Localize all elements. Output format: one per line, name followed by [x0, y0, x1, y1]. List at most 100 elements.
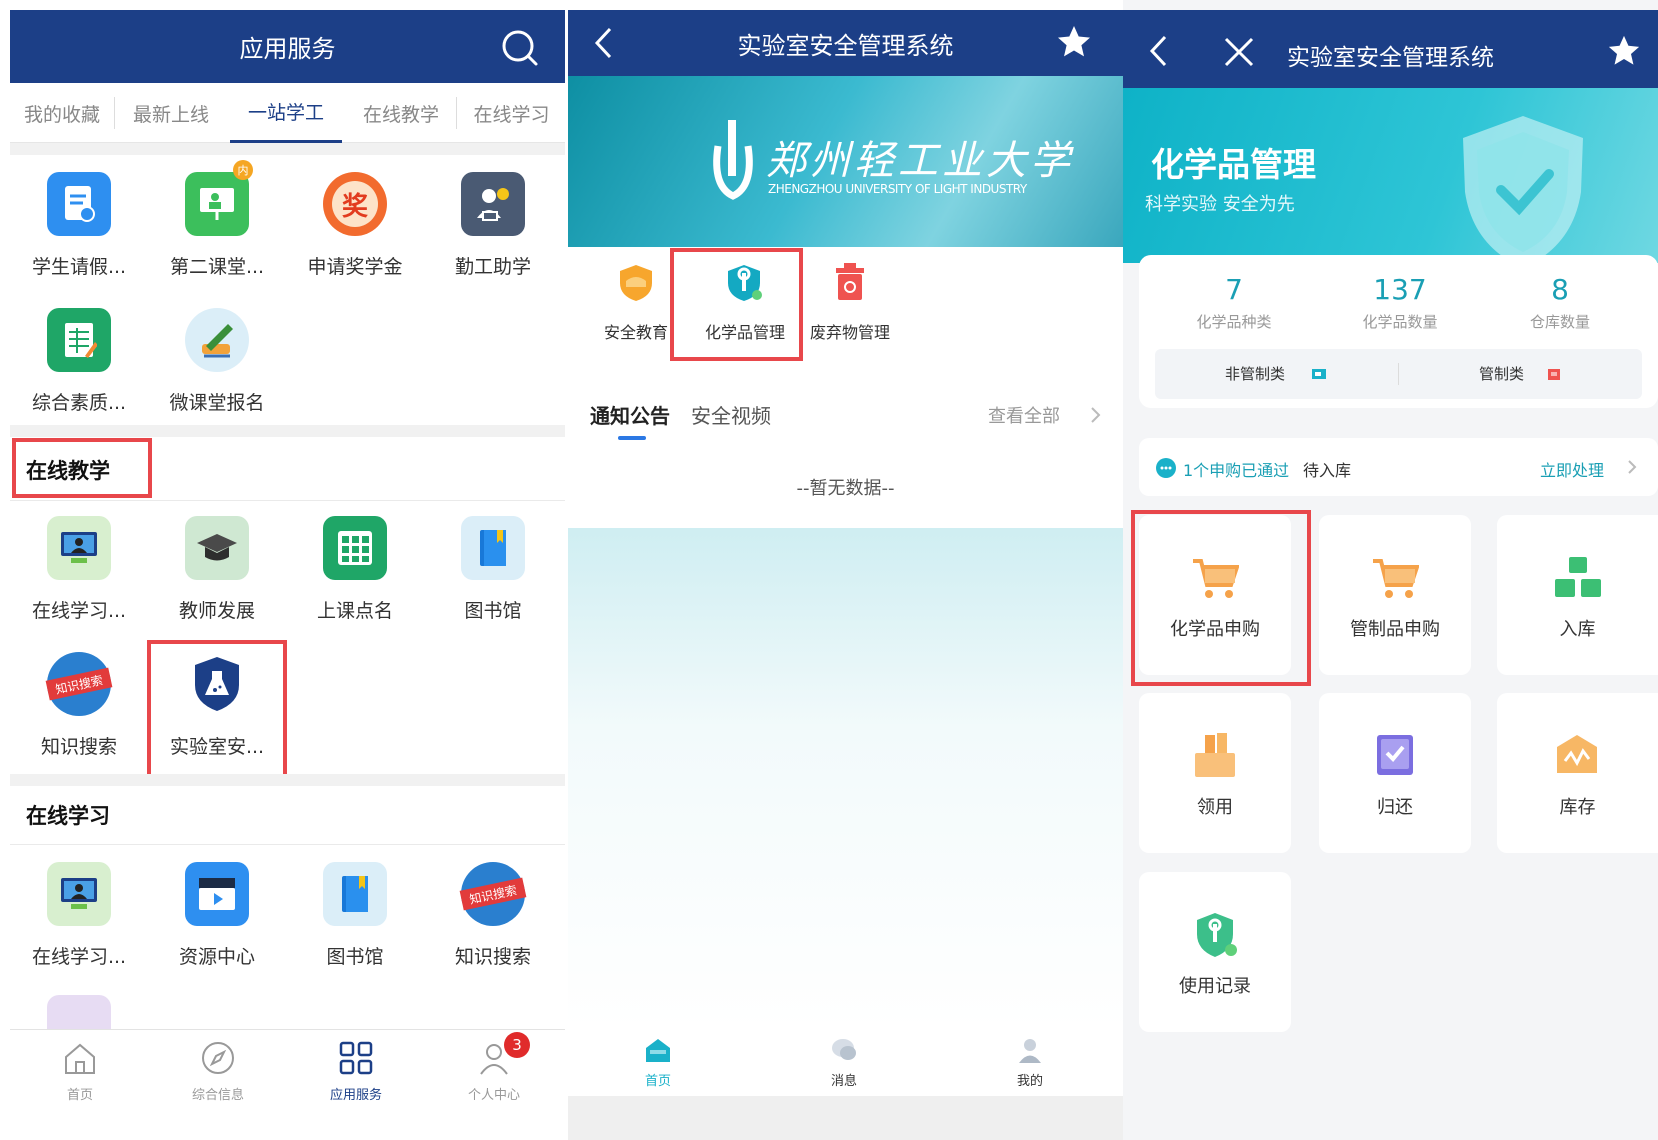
- tab-student-affairs[interactable]: 一站学工: [230, 83, 342, 143]
- nav-label: 首页: [66, 1088, 93, 1103]
- box-icon: [1195, 733, 1235, 777]
- nav-personal-center[interactable]: 3 个人中心: [454, 1032, 534, 1108]
- app-work-study[interactable]: 勤工助学: [424, 160, 562, 285]
- app-label: 上课点名: [316, 600, 393, 622]
- category-controlled[interactable]: 管制类: [1479, 363, 1589, 387]
- banner-subtitle: 科学实验 安全为先: [1145, 194, 1295, 215]
- orange-shield-icon: [620, 265, 652, 301]
- app-resource-center[interactable]: 资源中心: [148, 850, 286, 975]
- purchase-notice-bar[interactable]: 1个申购已通过 待入库 立即处理: [1139, 438, 1658, 496]
- panel-lab-home: 实验室安全管理系统 郑州轻工业大学 ZHENGZHOU UNIVERSITY O…: [568, 0, 1123, 1140]
- notice-text: 待入库: [1303, 461, 1352, 480]
- divider: [1398, 363, 1399, 385]
- highlight-box: [670, 248, 803, 361]
- tile-label: 归还: [1377, 797, 1413, 818]
- nav-label: 首页: [644, 1074, 671, 1089]
- content-gradient-area: [568, 528, 1123, 1028]
- process-now-link[interactable]: 立即处理: [1540, 457, 1604, 481]
- tab-online-learning[interactable]: 在线学习: [458, 83, 565, 143]
- cart-icon: [1373, 559, 1419, 598]
- return-book-icon: [1377, 735, 1413, 775]
- page-title: 应用服务: [239, 35, 336, 63]
- back-icon[interactable]: [592, 26, 616, 60]
- header-bar: 实验室安全管理系统: [1123, 10, 1658, 88]
- online-learning-icon: [47, 862, 111, 926]
- app-label: 综合素质...: [31, 392, 127, 414]
- app-micro-course-signup[interactable]: 微课堂报名: [148, 296, 286, 421]
- app-label: 知识搜索: [40, 736, 117, 758]
- app-knowledge-search-2[interactable]: 知识搜索 知识搜索: [424, 850, 562, 975]
- bottom-nav: 首页 综合信息 应用服务 3 个人中心: [10, 1029, 565, 1140]
- panel-chemical-management: 实验室安全管理系统 化学品管理 科学实验 安全为先 7 化学品种类 137 化学…: [1123, 0, 1658, 1140]
- view-all-link[interactable]: 查看全部: [988, 402, 1108, 432]
- page-title: 实验室安全管理系统: [1287, 45, 1494, 71]
- back-icon[interactable]: [1147, 34, 1171, 68]
- stat-label: 化学品数量: [1362, 313, 1438, 331]
- home-icon: [65, 1043, 95, 1074]
- nav-messages[interactable]: 消息: [804, 1036, 884, 1094]
- tile-usage-record[interactable]: 使用记录: [1139, 872, 1291, 1032]
- nav-info[interactable]: 综合信息: [178, 1038, 258, 1108]
- tab-online-teaching[interactable]: 在线教学: [346, 83, 456, 143]
- message-icon: [832, 1039, 856, 1060]
- app-library-2[interactable]: 图书馆: [286, 850, 424, 975]
- tab-indicator: [618, 436, 646, 440]
- bottom-nav: 首页 消息 我的: [568, 1028, 1123, 1096]
- banner-english: ZHENGZHOU UNIVERSITY OF LIGHT INDUSTRY: [768, 182, 1027, 196]
- nav-home[interactable]: 首页: [40, 1038, 120, 1108]
- university-banner: 郑州轻工业大学 ZHENGZHOU UNIVERSITY OF LIGHT IN…: [568, 76, 1123, 247]
- tab-divider: [456, 97, 457, 129]
- app-label: 教师发展: [178, 600, 255, 622]
- section-gap: [10, 425, 565, 437]
- inventory-icon: [1557, 735, 1597, 773]
- nav-me[interactable]: 我的: [990, 1036, 1070, 1094]
- app-online-learning[interactable]: 在线学习...: [10, 504, 148, 629]
- banner-calligraphy: 郑州轻工业大学: [766, 138, 1074, 184]
- tile-controlled-purchase[interactable]: 管制品申购: [1319, 515, 1471, 675]
- badge-internal: 内: [233, 160, 253, 180]
- app-comprehensive-quality[interactable]: 综合素质...: [10, 296, 148, 421]
- tab-notices[interactable]: 通知公告: [590, 400, 680, 440]
- star-icon[interactable]: [1607, 34, 1641, 68]
- panel-app-services: 应用服务 我的收藏 最新上线 一站学工 在线教学 在线学习 学生请假... 内 …: [10, 0, 565, 1140]
- app-roll-call[interactable]: 上课点名: [286, 504, 424, 629]
- tab-bar: 我的收藏 最新上线 一站学工 在线教学 在线学习: [10, 83, 565, 143]
- tab-newest[interactable]: 最新上线: [116, 83, 226, 143]
- app-library[interactable]: 图书馆: [424, 504, 562, 629]
- tab-favorites[interactable]: 我的收藏: [10, 83, 114, 143]
- roll-call-icon: [323, 516, 387, 580]
- nav-home[interactable]: 首页: [618, 1036, 698, 1094]
- app-label: 图书馆: [464, 600, 522, 622]
- close-icon[interactable]: [1223, 36, 1255, 68]
- nav-app-services[interactable]: 应用服务: [316, 1038, 396, 1108]
- app-second-classroom[interactable]: 内 第二课堂...: [148, 160, 286, 285]
- tile-return[interactable]: 归还: [1319, 693, 1471, 853]
- compass-icon: [202, 1042, 234, 1074]
- app-scholarship[interactable]: 奖 申请奖学金: [286, 160, 424, 285]
- stat-value: 137: [1373, 273, 1427, 306]
- tab-safety-videos[interactable]: 安全视频: [691, 400, 787, 440]
- star-icon[interactable]: [1056, 24, 1092, 60]
- home-icon: [646, 1039, 670, 1062]
- partial-app-icon: [47, 995, 111, 1029]
- app-label: 勤工助学: [454, 256, 531, 278]
- tile-label: 领用: [1197, 797, 1233, 818]
- nav-label: 个人中心: [467, 1088, 520, 1103]
- user-icon: [1019, 1039, 1041, 1063]
- red-bin-icon: [836, 263, 864, 300]
- tile-collect[interactable]: 领用: [1139, 693, 1291, 853]
- chevron-right-icon: [1628, 460, 1637, 474]
- stat-label: 化学品种类: [1196, 313, 1272, 331]
- classroom-icon: [185, 172, 249, 236]
- app-student-leave[interactable]: 学生请假...: [10, 160, 148, 285]
- app-knowledge-search[interactable]: 知识搜索 知识搜索: [10, 640, 148, 765]
- module-waste-management[interactable]: 废弃物管理: [802, 255, 898, 345]
- banner-title: 化学品管理: [1151, 145, 1316, 184]
- tile-inventory[interactable]: 库存: [1497, 693, 1658, 853]
- category-non-controlled[interactable]: 非管制类: [1225, 363, 1355, 387]
- search-icon[interactable]: [500, 28, 540, 68]
- highlight-box: [12, 438, 152, 498]
- app-online-learning-2[interactable]: 在线学习...: [10, 850, 148, 975]
- app-teacher-development[interactable]: 教师发展: [148, 504, 286, 629]
- tile-stock-in[interactable]: 入库: [1497, 515, 1658, 675]
